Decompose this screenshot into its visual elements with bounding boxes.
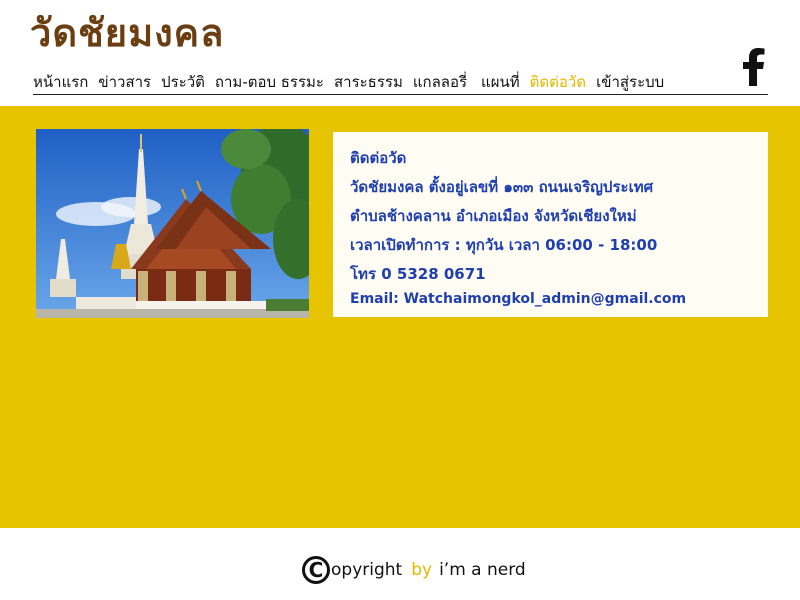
facebook-icon[interactable]: [738, 48, 770, 86]
contact-info-box: ติดต่อวัด วัดชัยมงคล ตั้งอยู่เลขที่ ๑๓๓ …: [333, 132, 768, 317]
copyright-notice: C opyright by i’m a nerd: [302, 556, 526, 584]
address-line-1: วัดชัยมงคล ตั้งอยู่เลขที่ ๑๓๓ ถนนเจริญปร…: [350, 178, 654, 196]
copyright-by: by: [411, 560, 433, 580]
footer: C opyright by i’m a nerd: [0, 528, 800, 600]
address-line-2: ตำบลช้างคลาน อำเภอเมือง จังหวัดเชียงใหม่: [350, 207, 637, 225]
nav-item-map[interactable]: แผนที่: [481, 70, 520, 94]
copyright-icon: C: [302, 556, 330, 584]
opening-hours: เวลาเปิดทำการ : ทุกวัน เวลา 06:00 - 18:0…: [350, 236, 658, 254]
nav-item-gallery[interactable]: แกลลอรี่: [413, 70, 467, 94]
phone-number: โทร 0 5328 0671: [350, 265, 486, 283]
content-band: ติดต่อวัด วัดชัยมงคล ตั้งอยู่เลขที่ ๑๓๓ …: [0, 106, 800, 528]
page: วัดชัยมงคล หน้าแรก ข่าวสาร ประวัติ ถาม-ต…: [0, 0, 800, 600]
copyright-author: i’m a nerd: [439, 560, 526, 580]
nav-item-history[interactable]: ประวัติ: [161, 70, 205, 94]
nav-item-contact[interactable]: ติดต่อวัด: [530, 70, 586, 94]
nav-item-news[interactable]: ข่าวสาร: [98, 70, 151, 94]
header: วัดชัยมงคล หน้าแรก ข่าวสาร ประวัติ ถาม-ต…: [0, 0, 800, 106]
temple-photo: [36, 129, 309, 318]
nav-item-login[interactable]: เข้าสู่ระบบ: [596, 70, 664, 94]
email-address[interactable]: Email: Watchaimongkol_admin@gmail.com: [350, 291, 686, 307]
nav-item-home[interactable]: หน้าแรก: [33, 70, 88, 94]
contact-heading: ติดต่อวัด: [350, 149, 407, 167]
site-title[interactable]: วัดชัยมงคล: [30, 14, 224, 52]
nav-divider: [33, 94, 768, 95]
main-nav: หน้าแรก ข่าวสาร ประวัติ ถาม-ตอบ ธรรมะ สา…: [33, 70, 674, 94]
nav-item-dharma-qa[interactable]: ถาม-ตอบ ธรรมะ: [215, 70, 324, 94]
nav-item-dharma-articles[interactable]: สาระธรรม: [334, 70, 403, 94]
copyright-word: opyright: [331, 560, 403, 580]
